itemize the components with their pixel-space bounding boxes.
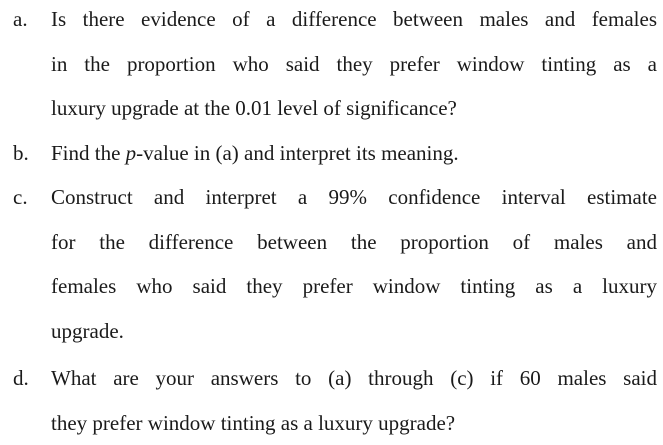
- question-d-marker: d.: [13, 366, 29, 390]
- question-c-marker: c.: [13, 185, 28, 209]
- question-d-line-1: What are your answers to (a) through (c)…: [51, 366, 657, 390]
- question-c-line-4: upgrade.: [51, 318, 124, 343]
- question-b-text: Find the p-value in (a) and interpret it…: [51, 131, 657, 176]
- question-a-line-3: luxury upgrade at the 0.01 level of sign…: [51, 96, 457, 121]
- question-b-marker: b.: [13, 141, 29, 165]
- question-c-line-3: females who said they prefer window tint…: [51, 274, 657, 299]
- question-b-post: -value in (a) and interpret its meaning.: [136, 141, 459, 165]
- question-a-line-1: Is there evidence of a difference betwee…: [51, 7, 657, 31]
- question-a-text: Is there evidence of a difference betwee…: [51, 0, 657, 131]
- exercise-document: a. Is there evidence of a difference bet…: [0, 0, 663, 435]
- question-c-line-2: for the difference between the proportio…: [51, 229, 657, 254]
- question-a-marker: a.: [13, 7, 28, 31]
- question-b-pre: Find the: [51, 141, 126, 165]
- question-c-line-1: Construct and interpret a 99% confidence…: [51, 185, 657, 209]
- question-b-line-1: Find the p-value in (a) and interpret it…: [51, 131, 657, 176]
- question-b-p-italic: p: [125, 141, 137, 165]
- question-a-line-2: in the proportion who said they prefer w…: [51, 51, 657, 76]
- question-d-line-2: they prefer window tinting as a luxury u…: [51, 410, 456, 435]
- question-c-text: Construct and interpret a 99% confidence…: [51, 175, 657, 353]
